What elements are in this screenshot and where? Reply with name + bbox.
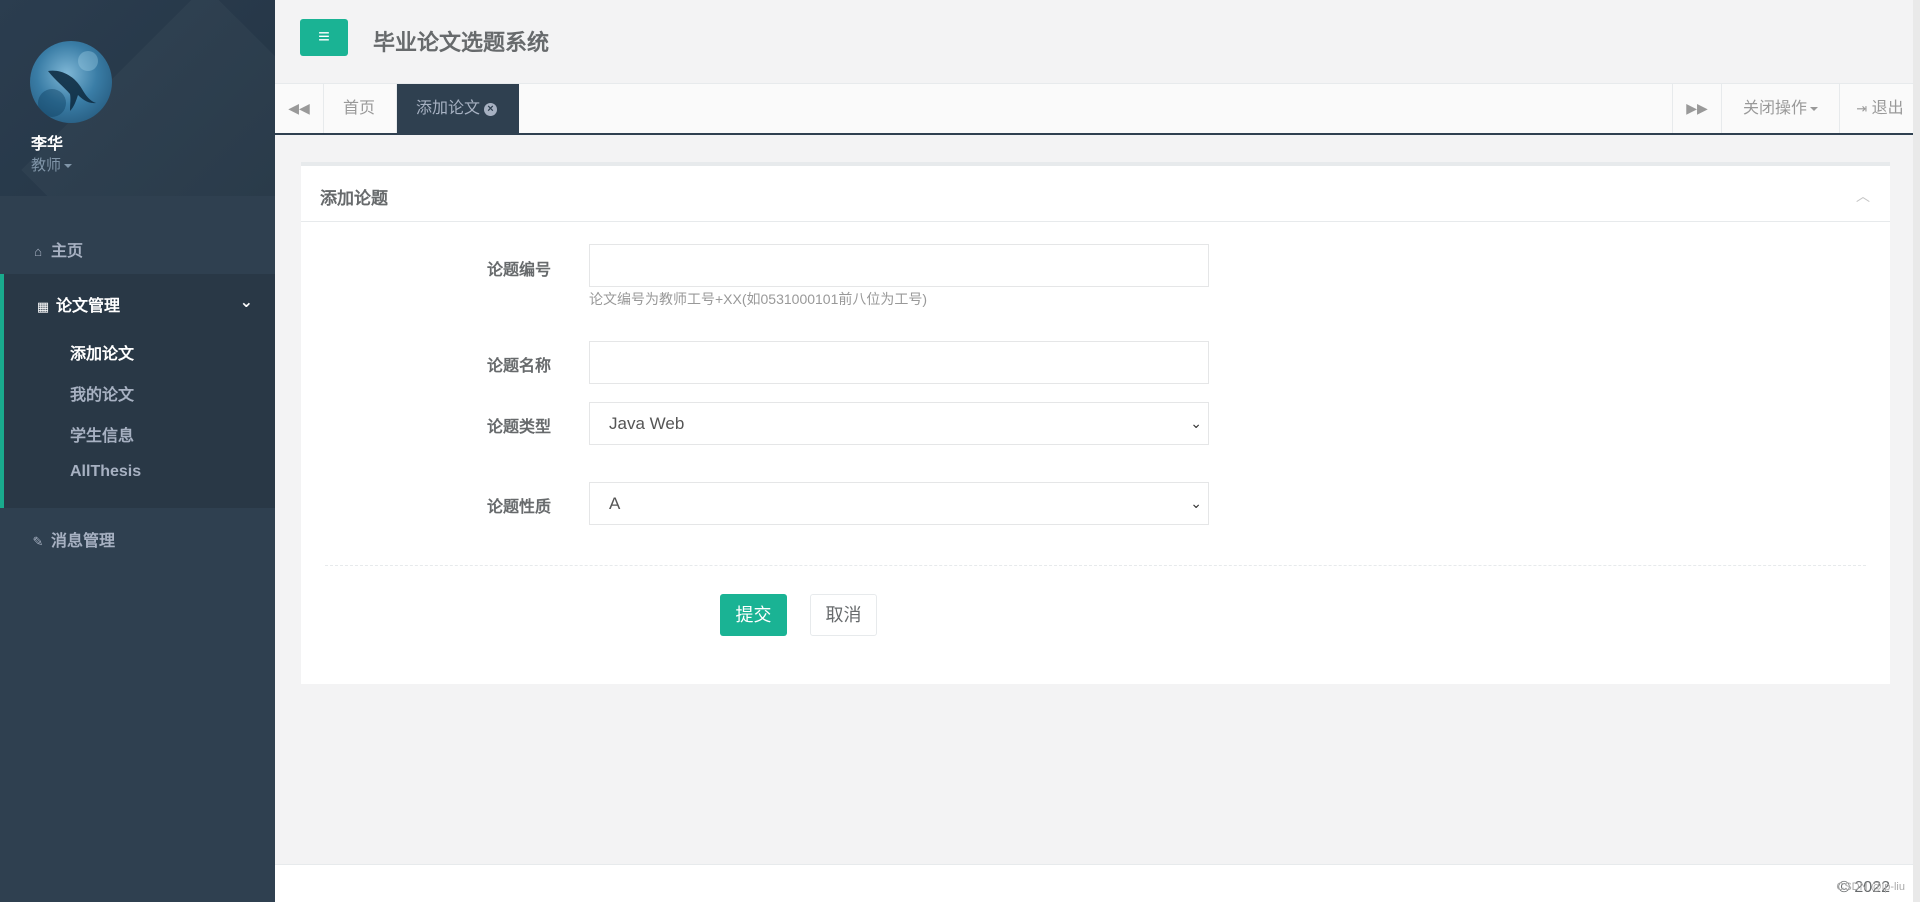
- topic-nature-selected-value: A: [609, 494, 621, 513]
- sidebar-subitem-add-thesis[interactable]: 添加论文: [70, 340, 134, 364]
- profile-role-dropdown[interactable]: 教师: [31, 154, 73, 175]
- tab-bar: ◀◀ 首页 添加论文 × ▶▶ 关闭操作 ⇥ 退出: [275, 84, 1920, 135]
- cancel-button[interactable]: 取消: [810, 594, 877, 636]
- sidebar-item-home[interactable]: ⌂ 主页: [0, 226, 275, 270]
- panel-header: 添加论题 ︿: [301, 166, 1890, 222]
- profile-role-label: 教师: [31, 157, 62, 174]
- dolphin-avatar-image: [38, 51, 98, 117]
- sidebar-item-messages[interactable]: ✎ 消息管理: [0, 524, 275, 568]
- sidebar-subitem-student-info[interactable]: 学生信息: [70, 422, 134, 446]
- add-topic-panel: 添加论题 ︿ 论题编号 论文编号为教师工号+XX(如0531000101前八位为…: [301, 162, 1890, 684]
- tab-scroll-right-button[interactable]: ▶▶: [1672, 84, 1721, 133]
- sidebar-item-label: 主页: [51, 243, 84, 260]
- topic-type-label: 论题类型: [486, 419, 551, 436]
- user-profile: 李华 教师: [0, 0, 275, 196]
- close-tab-icon[interactable]: ×: [484, 103, 498, 116]
- footer: © 2022 CSDN @lp-liu: [275, 864, 1920, 902]
- topic-nature-label: 论题性质: [486, 499, 551, 516]
- chevron-up-icon[interactable]: ︿: [1856, 186, 1870, 206]
- sign-out-icon: ⇥: [1856, 101, 1868, 116]
- topic-type-selected-value: Java Web: [609, 414, 685, 433]
- top-header: ≡ 毕业论文选题系统: [275, 0, 1920, 84]
- topic-nature-select[interactable]: A ⌄: [589, 482, 1209, 525]
- sidebar-item-label: 论文管理: [56, 298, 121, 315]
- topic-name-input[interactable]: [589, 341, 1209, 384]
- logout-button[interactable]: ⇥ 退出: [1839, 84, 1920, 133]
- double-chevron-right-icon: ▶▶: [1686, 100, 1708, 116]
- home-icon: ⌂: [34, 244, 42, 259]
- tab-add-thesis[interactable]: 添加论文 ×: [397, 84, 519, 133]
- page-scrollbar[interactable]: [1913, 0, 1920, 902]
- panel-title: 添加论题: [320, 189, 388, 208]
- hamburger-icon: ≡: [318, 26, 330, 48]
- profile-name: 李华: [31, 136, 64, 153]
- avatar[interactable]: [30, 41, 112, 123]
- menu-toggle-button[interactable]: ≡: [300, 19, 348, 56]
- topic-code-input[interactable]: [589, 244, 1209, 287]
- system-title: 毕业论文选题系统: [373, 30, 550, 55]
- tab-scroll-left-button[interactable]: ◀◀: [275, 84, 324, 133]
- submit-button[interactable]: 提交: [720, 594, 787, 636]
- sidebar-item-label: 消息管理: [51, 533, 116, 550]
- tab-label: 添加论文: [416, 100, 481, 117]
- sidebar-subitem-my-thesis[interactable]: 我的论文: [70, 381, 134, 405]
- close-operations-label: 关闭操作: [1742, 100, 1807, 117]
- sidebar-item-thesis-management[interactable]: ▦ 论文管理: [36, 292, 120, 316]
- watermark-text: CSDN @lp-liu: [1836, 881, 1905, 893]
- sidebar: 李华 教师 ⌂ 主页 ▦ 论文管理 ⌄ 添加论文 我的论文 学生信息 AllThes…: [0, 0, 275, 902]
- chevron-down-icon: ⌄: [1190, 415, 1202, 431]
- edit-icon: ✎: [32, 534, 44, 549]
- double-chevron-left-icon: ◀◀: [288, 100, 310, 116]
- chevron-down-icon: ⌄: [1190, 495, 1202, 511]
- form-divider: [325, 565, 1866, 566]
- topic-type-select[interactable]: Java Web ⌄: [589, 402, 1209, 445]
- chevron-down-icon[interactable]: ⌄: [240, 292, 253, 312]
- tab-label: 首页: [343, 100, 376, 117]
- close-operations-dropdown[interactable]: 关闭操作: [1721, 84, 1839, 133]
- sidebar-subitem-all-thesis[interactable]: AllThesis: [70, 463, 141, 481]
- caret-down-icon: [64, 164, 73, 169]
- topic-code-help-text: 论文编号为教师工号+XX(如0531000101前八位为工号): [589, 291, 928, 307]
- topic-code-label: 论题编号: [486, 262, 551, 279]
- topic-name-label: 论题名称: [486, 358, 551, 375]
- sidebar-group-thesis: ▦ 论文管理 ⌄ 添加论文 我的论文 学生信息 AllThesis: [0, 274, 275, 508]
- caret-down-icon: [1810, 106, 1818, 111]
- logout-label: 退出: [1871, 100, 1904, 117]
- tab-home[interactable]: 首页: [324, 84, 397, 133]
- table-icon: ▦: [36, 299, 50, 314]
